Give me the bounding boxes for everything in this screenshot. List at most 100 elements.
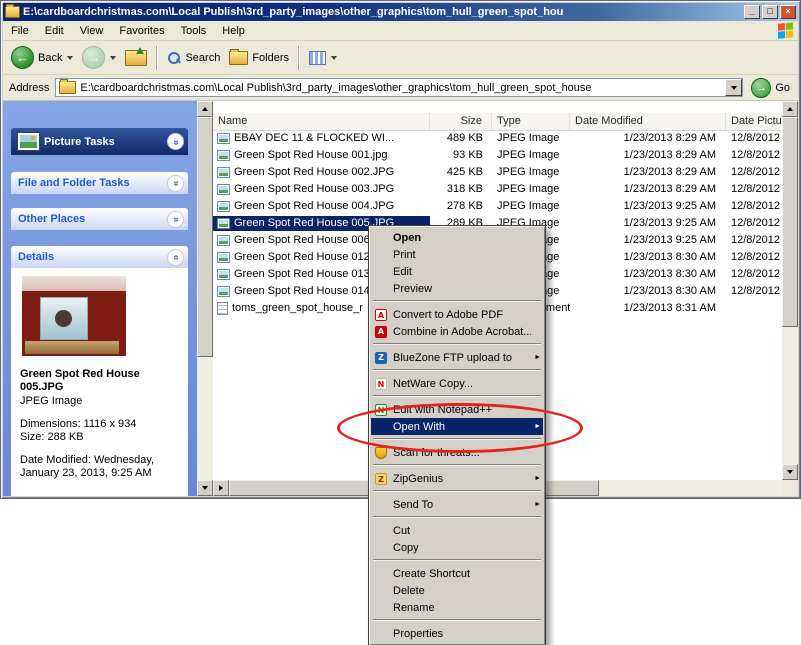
picture-tasks-panel-header[interactable]: Picture Tasks » — [11, 128, 188, 155]
toolbar-separator — [298, 46, 300, 70]
up-arrow-icon — [136, 47, 144, 54]
file-row[interactable]: Green Spot Red House 003.JPG318 KBJPEG I… — [213, 181, 782, 198]
file-row[interactable]: Green Spot Red House 004.JPG278 KBJPEG I… — [213, 198, 782, 215]
forward-dropdown-icon[interactable] — [110, 56, 116, 60]
context-menu-item-properties[interactable]: Properties — [371, 625, 543, 642]
menu-item-label: Create Shortcut — [393, 568, 531, 580]
column-header-size[interactable]: Size — [430, 113, 492, 130]
folders-button[interactable]: Folders — [226, 49, 292, 67]
go-button[interactable]: → Go — [749, 78, 792, 98]
sidebar-scrollbar[interactable] — [197, 101, 213, 496]
column-header-date-modified[interactable]: Date Modified — [570, 113, 726, 130]
file-date-picture: 12/8/2012 5 — [726, 267, 782, 282]
go-label: Go — [775, 82, 790, 94]
context-menu-item-copy[interactable]: Copy — [371, 539, 543, 556]
up-button[interactable] — [122, 48, 150, 68]
scroll-up-button[interactable] — [197, 101, 213, 117]
file-row[interactable]: Green Spot Red House 002.JPG425 KBJPEG I… — [213, 164, 782, 181]
chevron-down-icon[interactable]: » — [167, 133, 184, 150]
file-type: JPEG Image — [492, 148, 570, 163]
list-scrollbar[interactable] — [782, 101, 798, 496]
menu-item-label: Print — [393, 249, 531, 261]
context-menu-item-zipgenius[interactable]: ZipGenius► — [371, 470, 543, 487]
menubar-item-tools[interactable]: Tools — [173, 22, 215, 40]
scroll-down-button[interactable] — [782, 464, 798, 480]
menu-item-label: Delete — [393, 585, 531, 597]
context-menu-item-bluezone-ftp-upload-to[interactable]: BlueZone FTP upload to► — [371, 349, 543, 366]
context-menu-item-convert-to-adobe-pdf[interactable]: Convert to Adobe PDF — [371, 306, 543, 323]
search-button[interactable]: Search — [164, 49, 223, 67]
scroll-up-button[interactable] — [782, 101, 798, 117]
file-date-modified: 1/23/2013 8:30 AM — [570, 250, 726, 265]
details-filetype: JPEG Image — [20, 395, 179, 408]
views-button[interactable] — [306, 49, 340, 67]
menubar-item-file[interactable]: File — [3, 22, 37, 40]
back-dropdown-icon[interactable] — [67, 56, 73, 60]
context-menu-item-edit[interactable]: Edit — [371, 263, 543, 280]
menubar-item-favorites[interactable]: Favorites — [111, 22, 172, 40]
column-header-date-picture[interactable]: Date Picture — [726, 113, 782, 130]
file-date-modified: 1/23/2013 9:25 AM — [570, 216, 726, 231]
file-folder-tasks-panel-header[interactable]: File and Folder Tasks » — [11, 172, 188, 194]
panel-title: Details — [18, 251, 54, 263]
maximize-button[interactable]: □ — [762, 5, 778, 19]
address-input[interactable]: E:\cardboardchristmas.com\Local Publish\… — [55, 78, 743, 97]
file-row[interactable]: EBAY DEC 11 & FLOCKED WI...489 KBJPEG Im… — [213, 130, 782, 147]
context-menu-item-create-shortcut[interactable]: Create Shortcut — [371, 565, 543, 582]
menubar-item-help[interactable]: Help — [214, 22, 253, 40]
chevron-down-icon[interactable]: » — [167, 211, 184, 228]
details-date-modified: Date Modified: Wednesday, January 23, 20… — [20, 454, 180, 480]
panel-title: Picture Tasks — [44, 136, 115, 148]
context-menu-item-open-with[interactable]: Open With► — [371, 418, 543, 435]
views-icon — [309, 51, 326, 65]
column-header-type[interactable]: Type — [492, 113, 570, 130]
context-menu-item-preview[interactable]: Preview — [371, 280, 543, 297]
scrollbar-thumb[interactable] — [782, 117, 798, 327]
chevron-up-icon[interactable]: « — [167, 249, 184, 266]
column-headers: NameSizeTypeDate ModifiedDate Picture — [213, 113, 782, 131]
context-menu-item-edit-with-notepad[interactable]: Edit with Notepad++ — [371, 401, 543, 418]
scroll-right-button[interactable] — [213, 480, 229, 496]
submenu-arrow-icon: ► — [531, 349, 541, 366]
task-pane-sidebar: Picture Tasks » File and Folder Tasks » … — [3, 101, 197, 496]
file-date-modified: 1/23/2013 8:29 AM — [570, 165, 726, 180]
titlebar[interactable]: E:\cardboardchristmas.com\Local Publish\… — [3, 3, 798, 21]
thumbnail-house — [40, 297, 88, 340]
context-menu-item-print[interactable]: Print — [371, 246, 543, 263]
column-header-name[interactable]: Name — [213, 113, 430, 130]
file-date-modified: 1/23/2013 8:31 AM — [570, 301, 726, 316]
context-menu-item-open[interactable]: Open — [371, 229, 543, 246]
file-date-modified: 1/23/2013 9:25 AM — [570, 199, 726, 214]
menubar-item-view[interactable]: View — [72, 22, 112, 40]
image-file-icon — [217, 286, 230, 297]
context-menu-item-scan-for-threats[interactable]: Scan for threats... — [371, 444, 543, 461]
forward-button[interactable]: → — [79, 44, 119, 71]
context-menu-item-send-to[interactable]: Send To► — [371, 496, 543, 513]
file-type: JPEG Image — [492, 165, 570, 180]
minimize-button[interactable]: _ — [744, 5, 760, 19]
close-button[interactable]: × — [780, 5, 796, 19]
file-date-picture: 12/8/2012 1 — [726, 199, 782, 214]
scroll-down-button[interactable] — [197, 480, 213, 496]
back-label: Back — [38, 52, 62, 64]
details-panel-body: Green Spot Red House 005.JPG JPEG Image … — [11, 268, 188, 496]
go-arrow-icon: → — [751, 78, 771, 98]
search-label: Search — [185, 52, 220, 64]
context-menu-item-combine-in-adobe-acrobat[interactable]: Combine in Adobe Acrobat... — [371, 323, 543, 340]
file-row[interactable]: Green Spot Red House 001.jpg93 KBJPEG Im… — [213, 147, 782, 164]
details-panel-header[interactable]: Details « — [11, 246, 188, 268]
scrollbar-thumb[interactable] — [197, 117, 213, 357]
back-button[interactable]: ← Back — [8, 44, 76, 71]
address-dropdown-button[interactable] — [725, 79, 742, 96]
chevron-down-icon[interactable]: » — [167, 175, 184, 192]
context-menu-item-cut[interactable]: Cut — [371, 522, 543, 539]
menu-separator — [373, 343, 541, 345]
window-folder-icon — [5, 6, 20, 18]
context-menu-item-netware-copy[interactable]: NetWare Copy... — [371, 375, 543, 392]
context-menu-item-delete[interactable]: Delete — [371, 582, 543, 599]
menubar-item-edit[interactable]: Edit — [37, 22, 72, 40]
shield-icon — [373, 447, 393, 459]
menu-item-label: Convert to Adobe PDF — [393, 309, 531, 321]
context-menu-item-rename[interactable]: Rename — [371, 599, 543, 616]
other-places-panel-header[interactable]: Other Places » — [11, 208, 188, 230]
